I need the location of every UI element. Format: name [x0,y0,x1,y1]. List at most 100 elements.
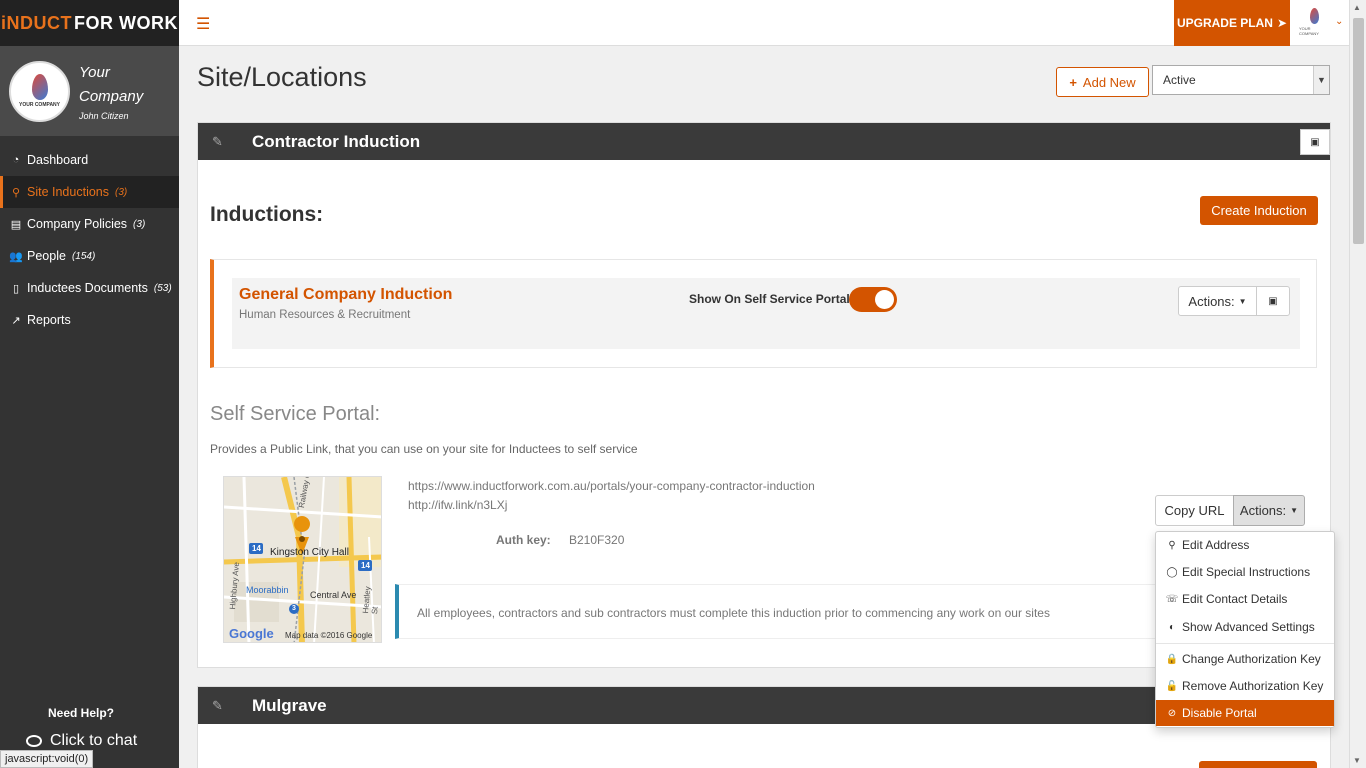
map-street-label: Central Ave [310,590,357,600]
company-logo-text: YOUR COMPANY [18,102,61,108]
map-marker-icon: ⚲ [1168,539,1176,551]
copy-url-button[interactable]: Copy URL [1155,495,1234,526]
menu-item-label: Remove Authorization Key [1182,679,1324,693]
induction-name-link[interactable]: General Company Induction [239,286,452,304]
edit-icon[interactable]: ✎ [212,134,240,150]
induction-actions-button[interactable]: Actions: ▼ [1178,286,1257,316]
sidebar-item-label: Company Policies [27,217,128,231]
brand-part1: iNDUCT [1,12,72,33]
auth-key-label: Auth key: [496,533,551,547]
menu-item-disable-portal[interactable]: ⊘ Disable Portal [1156,700,1334,726]
company-profile: YOUR COMPANY Your Company John Citizen [0,46,179,136]
menu-item-label: Edit Contact Details [1182,592,1288,606]
portal-actions-label: Actions: [1239,503,1287,518]
create-induction-button[interactable]: Create Induction [1200,196,1318,225]
sidebar-item-label: Site Inductions [27,185,109,199]
sidebar-item-count: (154) [71,250,96,262]
scroll-up-icon[interactable]: ▲ [1353,3,1361,12]
archive-icon[interactable]: ▣ [1256,286,1290,316]
menu-item-label: Disable Portal [1182,706,1257,720]
chart-line-icon: ↗ [11,314,21,327]
page-scrollbar[interactable]: ▲ ▼ [1349,0,1366,768]
induction-actions-label: Actions: [1188,293,1235,309]
induction-department: Human Resources & Recruitment [239,309,411,321]
sidebar: iNDUCT FOR WORK YOUR COMPANY Your Compan… [0,0,179,768]
sidebar-item-count: (3) [133,218,146,230]
special-instructions-text: All employees, contractors and sub contr… [417,606,1050,620]
sidebar-item-count: (3) [115,186,128,198]
plus-icon: + [1069,74,1077,90]
menu-item-label: Show Advanced Settings [1182,620,1315,634]
portal-actions-button[interactable]: Actions: ▼ [1233,495,1305,526]
auth-key-value: B210F320 [569,533,625,547]
status-filter-value: Active [1163,73,1196,87]
menu-item-label: Change Authorization Key [1182,652,1321,666]
menu-item-edit-special-instructions[interactable]: ◯ Edit Special Instructions [1156,559,1334,585]
panel-title: Contractor Induction [252,131,421,151]
upgrade-plan-label: UPGRADE PLAN [1176,16,1273,30]
location-map[interactable]: 14 14 3 Kingston City Hall Railway Cres … [223,476,382,643]
sidebar-item-count: (53) [153,282,172,294]
browser-status-bar: javascript:void(0) [0,750,94,768]
archive-icon[interactable]: ▣ [1300,129,1330,155]
panel-header: ✎ Contractor Induction ▣ [198,123,1330,160]
sidebar-item-site-inductions[interactable]: ⚲ Site Inductions (3) [0,176,179,208]
map-route-label: 14 [252,544,261,553]
scroll-down-icon[interactable]: ▼ [1353,756,1361,765]
account-avatar[interactable]: YOUR COMPANY [1299,8,1329,38]
map-marker-icon: ⚲ [11,186,21,199]
sidebar-item-dashboard[interactable]: ◔ Dashboard [0,144,179,176]
company-logo-icon [1309,8,1319,24]
add-new-button[interactable]: + Add New [1056,67,1149,97]
menu-toggle-icon[interactable]: ☰ [196,14,210,34]
self-service-portal-description: Provides a Public Link, that you can use… [210,442,638,456]
map-street-label: Moorabbin [246,585,289,595]
chevron-down-icon[interactable]: ⌄ [1335,16,1343,27]
toggle-knob [875,290,894,309]
account-avatar-text: YOUR COMPANY [1299,26,1319,36]
chat-icon [26,735,42,747]
sidebar-nav: ◔ Dashboard ⚲ Site Inductions (3) ▤ Comp… [0,144,179,336]
sidebar-item-reports[interactable]: ↗ Reports [0,304,179,336]
scroll-thumb[interactable] [1353,18,1364,244]
page-title: Site/Locations [197,62,367,92]
brand-logo[interactable]: iNDUCT FOR WORK [0,0,179,46]
map-route-label: 3 [292,605,296,612]
sidebar-item-label: People [27,249,66,263]
sidebar-item-inductees-documents[interactable]: ▯ Inductees Documents (53) [0,272,179,304]
toggle-icon: ◐ [1168,621,1176,633]
self-service-toggle[interactable] [849,287,897,312]
map-attribution: Map data ©2016 Google [285,631,373,640]
portal-url[interactable]: https://www.inductforwork.com.au/portals… [408,479,815,493]
phone-icon: ☏ [1165,593,1179,605]
upgrade-plan-button[interactable]: UPGRADE PLAN ➤ [1174,0,1290,46]
company-name-line2: Company [79,88,144,105]
special-instructions-note: All employees, contractors and sub contr… [395,584,1155,639]
menu-item-remove-authorization-key[interactable]: 🔓 Remove Authorization Key [1156,673,1334,699]
map-street-label: Heatley St [361,585,380,615]
status-filter-select[interactable]: Active ▼ [1152,65,1330,95]
portal-actions-dropdown: ⚲ Edit Address ◯ Edit Special Instructio… [1155,531,1335,728]
ban-icon: ⊘ [1167,707,1177,719]
portal-short-url[interactable]: http://ifw.link/n3LXj [408,498,507,512]
chat-link[interactable]: Click to chat [26,732,137,750]
chevron-down-icon: ▼ [1313,66,1329,94]
google-logo: Google [229,626,274,641]
menu-item-change-authorization-key[interactable]: 🔒 Change Authorization Key [1156,646,1334,672]
company-user: John Citizen [79,111,129,121]
menu-item-edit-address[interactable]: ⚲ Edit Address [1156,532,1334,558]
sidebar-item-label: Reports [27,313,71,327]
sidebar-item-people[interactable]: 👥 People (154) [0,240,179,272]
unlock-icon: 🔓 [1165,680,1179,692]
menu-item-edit-contact-details[interactable]: ☏ Edit Contact Details [1156,586,1334,612]
self-service-portal-heading: Self Service Portal: [210,403,381,425]
lock-icon: 🔒 [1165,653,1179,665]
chat-label: Click to chat [50,732,138,749]
sidebar-item-company-policies[interactable]: ▤ Company Policies (3) [0,208,179,240]
edit-icon[interactable]: ✎ [212,698,240,714]
panel-title: Mulgrave [252,695,327,715]
map-route-label: 14 [361,561,370,570]
menu-item-show-advanced-settings[interactable]: ◐ Show Advanced Settings [1156,614,1334,640]
create-induction-button[interactable] [1199,761,1317,768]
file-icon: ▯ [12,282,20,295]
